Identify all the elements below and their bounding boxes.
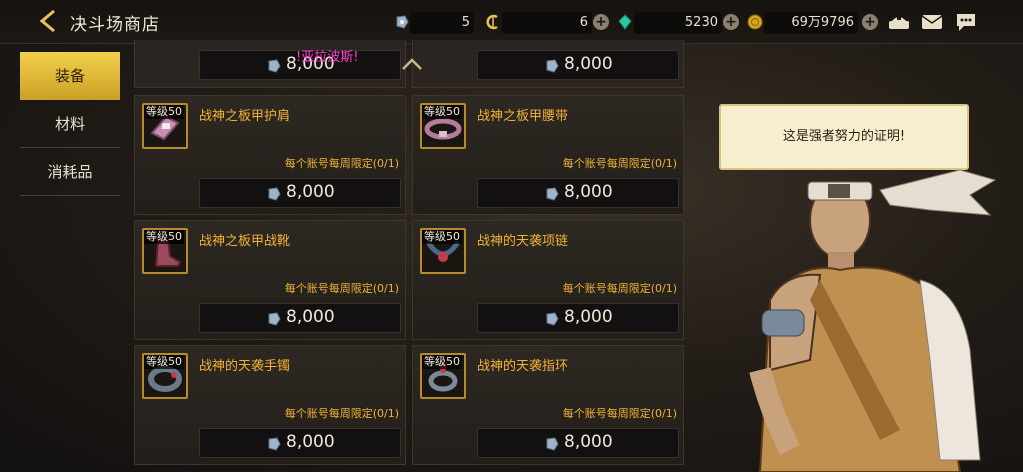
- add-gem-button[interactable]: +: [723, 14, 739, 30]
- item-card[interactable]: 等级50 战神的天袭手镯 每个账号每周限定(0/1) 8,000: [134, 345, 406, 465]
- price-box[interactable]: 8,000: [199, 178, 401, 208]
- purchase-limit: 每个账号每周限定(0/1): [562, 282, 677, 295]
- price-box[interactable]: 8,000: [199, 303, 401, 333]
- price-box[interactable]: 8,000: [477, 178, 679, 208]
- price-value: 8,000: [564, 182, 613, 202]
- necklace-icon: 等级50: [420, 228, 466, 274]
- ticket-icon: [546, 59, 559, 73]
- level-badge: 等级50: [144, 105, 184, 119]
- add-gold-button[interactable]: +: [862, 14, 878, 30]
- purchase-limit: 每个账号每周限定(0/1): [562, 157, 677, 170]
- item-name: 战神之板甲战靴: [199, 234, 291, 249]
- price-box[interactable]: 8,000: [477, 50, 679, 80]
- purchase-limit: 每个账号每周限定(0/1): [562, 407, 677, 420]
- price-value: 8,000: [286, 307, 335, 327]
- ticket-icon: [546, 187, 559, 201]
- ticket-count: 5: [410, 12, 474, 34]
- shoulder-armor-icon: 等级50: [142, 103, 188, 149]
- item-card[interactable]: 等级50 战神之板甲战靴 每个账号每周限定(0/1) 8,000: [134, 220, 406, 340]
- purchase-limit: 每个账号每周限定(0/1): [284, 407, 399, 420]
- system-marquee: !亚拉波斯!: [296, 50, 359, 65]
- top-bar: 决斗场商店 5 6 + 5230 + 69万9796 +: [0, 0, 1023, 44]
- item-card[interactable]: 等级50 战神之板甲腰带 每个账号每周限定(0/1) 8,000: [412, 95, 684, 215]
- item-card-partial[interactable]: 8,000: [412, 40, 684, 88]
- npc-monk-portrait: [749, 169, 997, 472]
- item-name: 战神之板甲腰带: [477, 109, 569, 124]
- belt-icon: 等级50: [420, 103, 466, 149]
- category-sidebar: 装备 材料 消耗品: [20, 52, 120, 196]
- item-name: 战神的天袭手镯: [199, 359, 291, 374]
- tab-equipment[interactable]: 装备: [20, 52, 120, 100]
- ticket-icon: [268, 187, 281, 201]
- item-name: 战神的天袭指环: [477, 359, 569, 374]
- back-arrow-icon[interactable]: [34, 8, 62, 34]
- item-card[interactable]: 等级50 战神之板甲护肩 每个账号每周限定(0/1) 8,000: [134, 95, 406, 215]
- scroll-up-arrow-icon[interactable]: [400, 56, 424, 72]
- price-value: 8,000: [564, 307, 613, 327]
- item-name: 战神的天袭项链: [477, 234, 569, 249]
- gem-count: 5230: [634, 12, 722, 34]
- ticket-icon: [268, 59, 281, 73]
- coin-count: 6: [502, 12, 592, 34]
- item-card[interactable]: 等级50 战神的天袭指环 每个账号每周限定(0/1) 8,000: [412, 345, 684, 465]
- price-box[interactable]: 8,000: [477, 303, 679, 333]
- tab-consumables[interactable]: 消耗品: [20, 148, 120, 196]
- ticket-icon: [396, 15, 409, 29]
- boots-icon: 等级50: [142, 228, 188, 274]
- mail-icon[interactable]: [920, 11, 944, 33]
- gold-icon: [747, 14, 763, 30]
- price-value: 8,000: [286, 182, 335, 202]
- item-card-partial[interactable]: 8,000: [134, 40, 406, 88]
- price-value: 8,000: [564, 432, 613, 452]
- add-coin-button[interactable]: +: [593, 14, 609, 30]
- ticket-icon: [546, 312, 559, 326]
- level-badge: 等级50: [144, 355, 184, 369]
- gem-icon: [618, 14, 632, 30]
- ticket-icon: [268, 437, 281, 451]
- purchase-limit: 每个账号每周限定(0/1): [284, 282, 399, 295]
- level-badge: 等级50: [422, 355, 462, 369]
- price-value: 8,000: [564, 54, 613, 74]
- item-name: 战神之板甲护肩: [199, 109, 291, 124]
- chat-icon[interactable]: [954, 11, 978, 33]
- gold-count: 69万9796: [764, 12, 858, 34]
- storage-icon[interactable]: [887, 11, 911, 33]
- ticket-icon: [268, 312, 281, 326]
- item-card[interactable]: 等级50 战神的天袭项链 每个账号每周限定(0/1) 8,000: [412, 220, 684, 340]
- coin-icon: [486, 14, 498, 30]
- tab-materials[interactable]: 材料: [20, 100, 120, 148]
- page-title: 决斗场商店: [70, 15, 160, 35]
- level-badge: 等级50: [422, 230, 462, 244]
- level-badge: 等级50: [422, 105, 462, 119]
- price-box[interactable]: 8,000: [199, 428, 401, 458]
- price-value: 8,000: [286, 432, 335, 452]
- price-box[interactable]: 8,000: [477, 428, 679, 458]
- ring-icon: 等级50: [420, 353, 466, 399]
- item-grid: 8,000 8,000 等级50 战神之板甲护肩 每个账号每周限定(0/1) 8…: [134, 40, 686, 472]
- purchase-limit: 每个账号每周限定(0/1): [284, 157, 399, 170]
- level-badge: 等级50: [144, 230, 184, 244]
- ticket-icon: [546, 437, 559, 451]
- bracelet-icon: 等级50: [142, 353, 188, 399]
